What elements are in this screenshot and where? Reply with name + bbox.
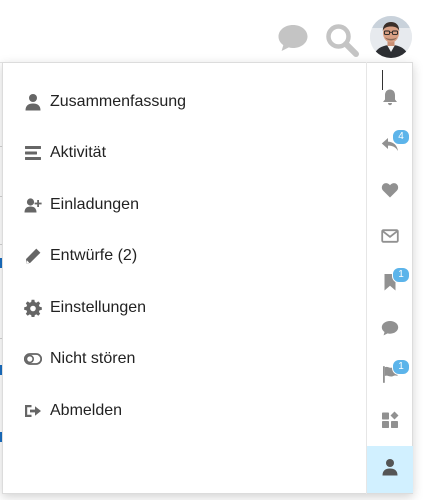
chat-icon[interactable] xyxy=(277,23,309,53)
stream-icon xyxy=(24,144,42,162)
bell-icon xyxy=(381,88,399,111)
user-icon xyxy=(24,93,42,111)
menu-item-preferences[interactable]: Einstellungen xyxy=(3,282,367,334)
rail-replies[interactable]: 4 xyxy=(367,123,413,169)
envelope-icon xyxy=(381,227,399,250)
menu-item-do-not-disturb[interactable]: Nicht stören xyxy=(3,334,367,386)
gear-icon xyxy=(24,299,42,317)
menu-item-summary[interactable]: Zusammenfassung xyxy=(3,76,367,128)
rail-likes[interactable] xyxy=(367,169,413,215)
widgets-icon xyxy=(381,411,399,434)
menu-item-label: Einladungen xyxy=(50,195,139,213)
menu-item-invites[interactable]: Einladungen xyxy=(3,179,367,231)
search-icon[interactable] xyxy=(325,23,359,57)
toggle-off-icon xyxy=(24,350,42,368)
comment-icon xyxy=(381,319,399,342)
heart-icon xyxy=(381,181,399,204)
rail-chat[interactable] xyxy=(367,307,413,353)
menu-item-label: Abmelden xyxy=(50,401,123,419)
menu-item-label: Einstellungen xyxy=(50,298,147,316)
menu-item-label: Zusammenfassung xyxy=(50,92,187,110)
rail-notifications[interactable] xyxy=(367,76,413,122)
rail-bookmarks[interactable]: 1 xyxy=(367,261,413,307)
avatar[interactable] xyxy=(370,16,412,58)
user-menu-list: Zusammenfassung Aktivität Einladungen En… xyxy=(3,76,367,437)
menu-item-logout[interactable]: Abmelden xyxy=(3,385,367,437)
menu-item-drafts[interactable]: Entwürfe (2) xyxy=(3,231,367,283)
menu-item-activity[interactable]: Aktivität xyxy=(3,128,367,180)
bookmark-count-badge: 1 xyxy=(392,267,410,283)
rail-messages[interactable] xyxy=(367,215,413,261)
quick-access-rail: 4 1 1 xyxy=(366,62,413,494)
review-count-badge: 1 xyxy=(392,359,410,375)
user-plus-icon xyxy=(24,196,42,214)
rail-profile[interactable] xyxy=(367,446,413,493)
menu-item-label: Entwürfe (2) xyxy=(50,247,138,265)
sign-out-icon xyxy=(24,402,42,420)
pencil-icon xyxy=(24,247,42,265)
menu-item-label: Aktivität xyxy=(50,144,107,162)
user-icon xyxy=(381,458,399,481)
user-menu-panel: Zusammenfassung Aktivität Einladungen En… xyxy=(2,62,413,494)
rail-other[interactable] xyxy=(367,399,413,445)
reply-count-badge: 4 xyxy=(392,129,410,145)
menu-item-label: Nicht stören xyxy=(50,350,136,368)
rail-reviews[interactable]: 1 xyxy=(367,353,413,399)
